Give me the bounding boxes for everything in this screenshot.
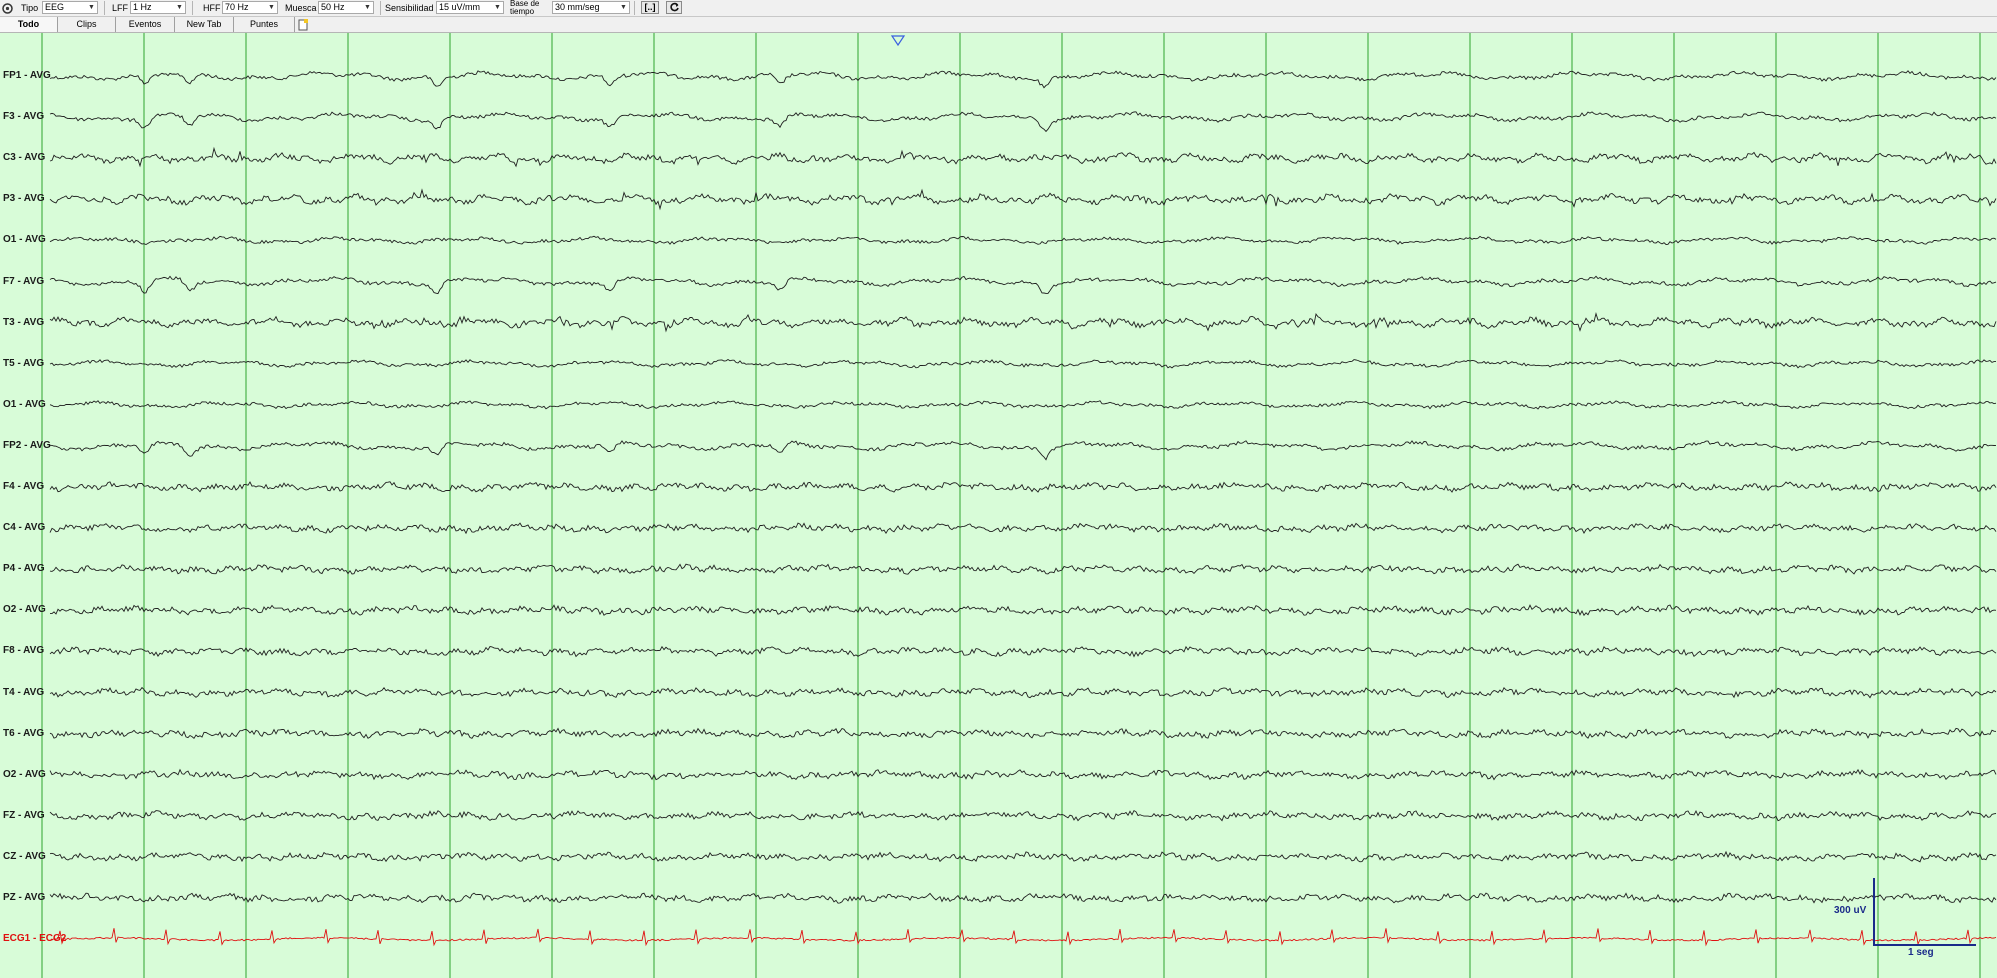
tipo-value: EEG (45, 2, 65, 12)
calibration-scale-bar (1873, 878, 1976, 946)
lff-select[interactable]: 1 Hz ▼ (130, 1, 186, 14)
channel-label: F4 - AVG (3, 481, 45, 492)
channel-trace (49, 563, 1997, 575)
channel-label: F7 - AVG (3, 275, 45, 287)
channel-label: T3 - AVG (3, 316, 45, 328)
chevron-down-icon: ▼ (364, 4, 371, 11)
eeg-traces (41, 33, 1997, 978)
hff-select[interactable]: 70 Hz ▼ (222, 1, 278, 14)
channel-trace (49, 809, 1997, 822)
channel-label: P3 - AVG (3, 193, 45, 205)
base-tiempo-select[interactable]: 30 mm/seg ▼ (552, 1, 630, 14)
channel-trace (49, 928, 1997, 947)
channel-label: FP1 - AVG (3, 70, 51, 81)
channel-trace (49, 481, 1997, 493)
lff-value: 1 Hz (133, 2, 152, 12)
new-tab-icon (298, 19, 308, 31)
base-tiempo-label-line2: tiempo (510, 7, 535, 16)
channel-label: F3 - AVG (3, 111, 45, 123)
channel-label: O2 - AVG (3, 604, 46, 616)
event-marker-icon[interactable] (890, 35, 906, 47)
chevron-down-icon: ▼ (176, 4, 183, 11)
channel-label: T5 - AVG (3, 357, 45, 369)
channel-label: P4 - AVG (3, 563, 45, 575)
channel-trace (49, 686, 1997, 699)
channel-trace (49, 440, 1997, 461)
channel-label: F8 - AVG (3, 645, 45, 657)
channel-trace (50, 604, 1997, 617)
refresh-button[interactable] (666, 1, 682, 14)
hff-label: HFF (203, 3, 221, 13)
sensibilidad-value: 15 uV/mm (439, 2, 481, 12)
base-tiempo-label: Base de tiempo (510, 0, 539, 16)
channel-label: T4 - AVG (3, 686, 45, 698)
channel-trace (49, 358, 1996, 369)
add-tab-button[interactable] (295, 17, 311, 32)
channel-trace (49, 892, 1997, 904)
channel-label: O2 - AVG (3, 768, 46, 780)
channel-trace (49, 768, 1997, 781)
channel-trace (49, 400, 1997, 410)
chevron-down-icon: ▼ (620, 4, 627, 11)
channel-label: FP2 - AVG (3, 439, 51, 451)
bracket-button[interactable]: [..] (641, 1, 659, 14)
toolbar: Tipo EEG ▼ LFF 1 Hz ▼ HFF 70 Hz ▼ Muesca… (0, 0, 1997, 17)
amplitude-scale-label: 300 uV (1834, 905, 1867, 916)
tab-new-tab[interactable]: New Tab (175, 17, 234, 32)
hff-value: 70 Hz (225, 2, 249, 12)
channel-label: C3 - AVG (3, 152, 46, 164)
channel-trace (49, 850, 1997, 863)
toolbar-divider (104, 1, 105, 15)
base-tiempo-value: 30 mm/seg (555, 2, 600, 12)
sensibilidad-select[interactable]: 15 uV/mm ▼ (436, 1, 504, 14)
tipo-select[interactable]: EEG ▼ (42, 1, 98, 14)
toolbar-divider (380, 1, 381, 15)
channel-trace (49, 522, 1997, 535)
channel-trace (49, 111, 1997, 133)
tab-todo[interactable]: Todo (0, 17, 58, 32)
channel-label: FZ - AVG (3, 809, 45, 821)
channel-trace (49, 70, 1997, 89)
channel-trace (49, 146, 1997, 168)
channel-label: T6 - AVG (3, 727, 45, 739)
channel-trace (49, 235, 1997, 245)
tipo-label: Tipo (21, 3, 39, 13)
channel-label: C4 - AVG (3, 522, 46, 534)
refresh-icon (669, 2, 679, 12)
channel-trace (49, 727, 1997, 739)
chevron-down-icon: ▼ (88, 4, 95, 11)
lff-label: LFF (112, 3, 129, 13)
toolbar-divider (634, 1, 635, 15)
chevron-down-icon: ▼ (494, 4, 501, 11)
channel-label: O1 - AVG (3, 398, 46, 410)
toolbar-divider (192, 1, 193, 15)
chevron-down-icon: ▼ (268, 4, 275, 11)
channel-label: PZ - AVG (3, 892, 46, 903)
channel-label: ECG1 - ECG2 (3, 933, 67, 945)
tab-puntes[interactable]: Puntes (234, 17, 295, 32)
time-scale-label: 1 seg (1908, 947, 1934, 958)
sensibilidad-label: Sensibilidad (385, 3, 434, 13)
muesca-value: 50 Hz (321, 2, 345, 12)
channel-label: O1 - AVG (3, 234, 46, 246)
tab-eventos[interactable]: Eventos (116, 17, 175, 32)
channel-trace (49, 312, 1997, 333)
muesca-select[interactable]: 50 Hz ▼ (318, 1, 374, 14)
channel-label: CZ - AVG (3, 850, 46, 862)
muesca-label: Muesca (285, 3, 317, 13)
eeg-trace-panel[interactable]: FP1 - AVG F3 - AVG C3 - AVG P3 - AVG O1 - AV… (0, 33, 1997, 978)
settings-icon[interactable] (1, 0, 14, 16)
tab-clips[interactable]: Clips (58, 17, 116, 32)
channel-trace (49, 275, 1997, 295)
channel-trace (49, 645, 1997, 658)
channel-trace (49, 188, 1997, 211)
tab-bar: Todo Clips Eventos New Tab Puntes (0, 17, 1997, 33)
